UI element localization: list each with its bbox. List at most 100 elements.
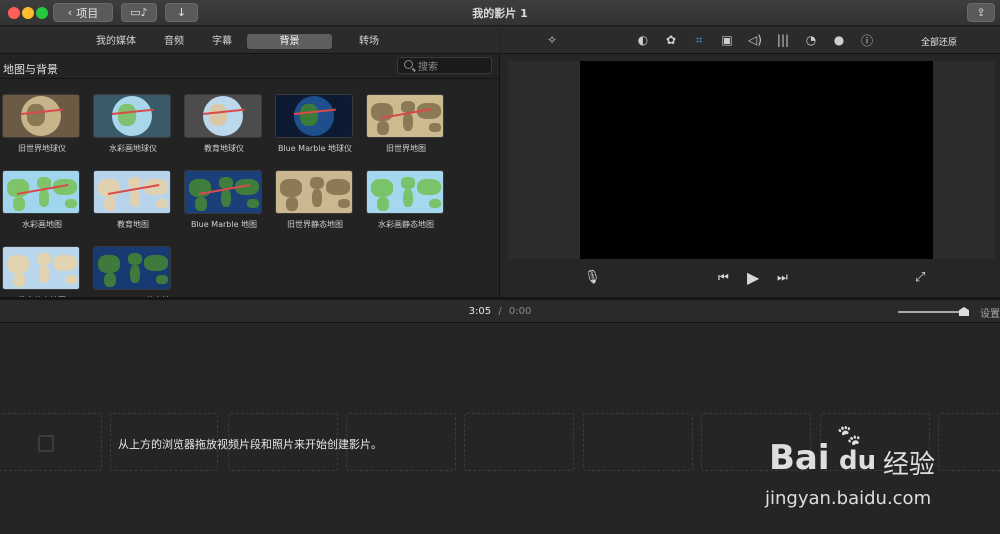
section-title: 地图与背景 bbox=[3, 63, 58, 76]
continent-shape bbox=[156, 199, 168, 208]
color-balance-icon[interactable]: ◐ bbox=[635, 32, 651, 48]
stabilize-camera-icon[interactable]: ▣ bbox=[719, 32, 735, 48]
tab-my-media[interactable]: 我的媒体 bbox=[88, 34, 144, 49]
continent-shape bbox=[130, 189, 140, 207]
clip-filter-icon[interactable]: ● bbox=[831, 32, 847, 48]
time-separator: / bbox=[498, 306, 502, 317]
continent-shape bbox=[53, 255, 77, 271]
divider bbox=[0, 78, 500, 79]
settings-button[interactable]: 设置 bbox=[980, 305, 1000, 320]
search-input[interactable]: 搜索 bbox=[397, 57, 492, 74]
background-item[interactable]: 教育地球仪 bbox=[184, 94, 264, 154]
background-item[interactable]: 旧世界地球仪 bbox=[2, 94, 82, 154]
continent-shape bbox=[65, 275, 77, 284]
continent-shape bbox=[312, 189, 322, 207]
globe-shape bbox=[294, 96, 334, 136]
continent-shape bbox=[98, 255, 120, 273]
watermark: Bai 🐾︎ du 经验 jingyan.baidu.com bbox=[765, 424, 965, 520]
continent-shape bbox=[403, 189, 413, 207]
background-item-label: 教育地图 bbox=[117, 220, 149, 229]
tab-audio[interactable]: 音频 bbox=[158, 34, 190, 49]
background-item[interactable]: 教育地图 bbox=[93, 170, 173, 230]
skip-back-icon[interactable]: ⏮︎ bbox=[718, 270, 729, 285]
continent-shape bbox=[195, 197, 207, 211]
speed-icon[interactable]: ◔ bbox=[803, 32, 819, 48]
continent-shape bbox=[338, 199, 350, 208]
globe-shape bbox=[203, 96, 243, 136]
title-bar: ‹ 项目 ▭♪ ↓ 我的影片 1 ⇪ bbox=[0, 0, 1000, 26]
volume-icon[interactable]: ◁) bbox=[747, 32, 763, 48]
background-thumbnail bbox=[93, 246, 171, 290]
continent-shape bbox=[104, 197, 116, 211]
background-item-label: 旧世界静态地图 bbox=[287, 220, 343, 229]
globe-shape bbox=[21, 96, 61, 136]
background-item-label: 旧世界地球仪 bbox=[18, 144, 66, 153]
play-icon[interactable]: ▶ bbox=[747, 268, 759, 287]
continent-shape bbox=[13, 197, 25, 211]
continent-shape bbox=[118, 104, 136, 126]
background-thumbnail bbox=[184, 170, 262, 214]
continent-shape bbox=[310, 177, 324, 189]
search-icon bbox=[404, 60, 413, 69]
watermark-brand: Bai bbox=[769, 438, 830, 478]
skip-forward-icon[interactable]: ⏭︎ bbox=[777, 270, 788, 285]
viewer-panel: ✧ ◐ ✿ ⌗ ▣ ◁) ||| ◔ ● ⓘ 全部还原 🎙︎ ⏮︎ ▶ ⏭︎ ⤢ bbox=[501, 27, 1000, 297]
background-item-label: 旧世界地图 bbox=[386, 144, 426, 153]
tab-transitions[interactable]: 转场 bbox=[352, 34, 386, 49]
background-item-label: 水彩画地图 bbox=[22, 220, 62, 229]
crop-icon[interactable]: ⌗ bbox=[691, 32, 707, 48]
tab-backgrounds[interactable]: 背景 bbox=[247, 34, 332, 49]
background-item-label: Blue Marble 地球仪 bbox=[277, 144, 353, 153]
fullscreen-icon[interactable]: ⤢ bbox=[915, 270, 925, 285]
magic-wand-icon[interactable]: ✧ bbox=[544, 32, 560, 48]
background-thumbnail bbox=[184, 94, 262, 138]
info-icon[interactable]: ⓘ bbox=[859, 32, 875, 48]
continent-shape bbox=[326, 179, 350, 195]
background-item[interactable]: Blue Marble 地图 bbox=[184, 170, 264, 230]
background-item-label: 水彩画地球仪 bbox=[109, 144, 157, 153]
continent-shape bbox=[7, 255, 29, 273]
background-item[interactable]: 水彩画地图 bbox=[2, 170, 82, 230]
background-thumbnail bbox=[2, 246, 80, 290]
watermark-brand-suffix: du bbox=[839, 446, 877, 476]
continent-shape bbox=[377, 121, 389, 135]
timeline-placeholder bbox=[583, 413, 693, 471]
viewer-toolbar: ✧ ◐ ✿ ⌗ ▣ ◁) ||| ◔ ● ⓘ 全部还原 bbox=[501, 27, 1000, 54]
background-item-label: 水彩画静态地图 bbox=[378, 220, 434, 229]
background-thumbnail bbox=[2, 170, 80, 214]
time-bar: 3:05 / 0:00 设置 bbox=[0, 300, 1000, 323]
background-item[interactable]: 水彩画静态地图 bbox=[366, 170, 446, 230]
color-palette-icon[interactable]: ✿ bbox=[663, 32, 679, 48]
background-item-label: 教育地球仪 bbox=[204, 144, 244, 153]
continent-shape bbox=[377, 197, 389, 211]
zoom-slider-track[interactable] bbox=[898, 311, 960, 313]
timeline-hint: 从上方的浏览器拖放视频片段和照片来开始创建影片。 bbox=[118, 438, 382, 451]
share-button[interactable]: ⇪ bbox=[967, 3, 995, 22]
reset-all-button[interactable]: 全部还原 bbox=[921, 35, 957, 48]
continent-shape bbox=[156, 275, 168, 284]
timeline-placeholder bbox=[464, 413, 574, 471]
background-item[interactable]: 旧世界静态地图 bbox=[275, 170, 355, 230]
background-item[interactable]: 旧世界地图 bbox=[366, 94, 446, 154]
search-placeholder: 搜索 bbox=[418, 62, 438, 73]
background-thumbnail bbox=[2, 94, 80, 138]
background-item[interactable]: Blue Marble 地球仪 bbox=[275, 94, 355, 154]
continent-shape bbox=[130, 265, 140, 283]
background-item-label: Blue Marble 地图 bbox=[190, 220, 258, 229]
continent-shape bbox=[13, 273, 25, 287]
microphone-icon[interactable]: 🎙︎ bbox=[584, 270, 601, 285]
background-item[interactable]: 水彩画地球仪 bbox=[93, 94, 173, 154]
total-time: 0:00 bbox=[508, 306, 532, 317]
continent-shape bbox=[221, 189, 231, 207]
background-thumbnail bbox=[366, 94, 444, 138]
viewer-frame bbox=[508, 61, 995, 259]
continent-shape bbox=[429, 199, 441, 208]
window-title: 我的影片 1 bbox=[472, 7, 528, 20]
current-time: 3:05 bbox=[468, 306, 492, 317]
background-thumbnail bbox=[275, 94, 353, 138]
continent-shape bbox=[280, 179, 302, 197]
tab-titles[interactable]: 字幕 bbox=[206, 34, 238, 49]
timecode: 3:05 / 0:00 bbox=[0, 306, 1000, 317]
continent-shape bbox=[209, 104, 227, 126]
equalizer-icon[interactable]: ||| bbox=[775, 32, 791, 48]
